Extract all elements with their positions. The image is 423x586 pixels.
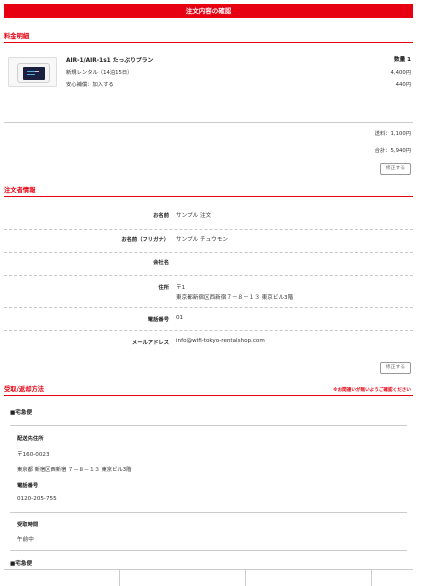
furigana-value: サンプル チュウモン [176, 237, 228, 243]
pricing-section-title: 料金明細 [4, 33, 30, 40]
delivery-section-title: 受取/返却方法 [4, 386, 45, 393]
quantity: 数量 1 [393, 57, 411, 63]
divider [4, 122, 413, 123]
company-label: 会社名 [153, 260, 169, 266]
row-divider [4, 330, 413, 331]
orderer-section-header: 注文者情報 [4, 187, 413, 197]
table-cell [120, 569, 246, 586]
address-label: 住所 [158, 285, 169, 291]
divider [10, 550, 407, 551]
rental-item-label: 新規レンタル（14泊15日） [66, 70, 133, 76]
router-image [8, 57, 57, 87]
delivery-time: 午前中 [17, 537, 34, 543]
order-total: 合計：5,940円 [374, 148, 411, 154]
name-value: サンプル 注文 [176, 213, 212, 219]
delivery-method: ■宅急便 [10, 410, 33, 416]
phone-value: 01 [176, 315, 184, 321]
delivery-address-label: 配送先住所 [17, 436, 44, 442]
address-line1: 〒1 [176, 285, 186, 291]
insurance-item-price: 440円 [395, 82, 411, 88]
page-title: 注文内容の確認 [4, 4, 413, 18]
name-label: お名前 [153, 213, 169, 219]
row-divider [4, 307, 413, 308]
phone-label: 電話番号 [147, 317, 169, 323]
address-line2: 東京都新宿区西新宿７－８－１３ 東京ビル3階 [176, 295, 294, 301]
shipping-fee: 送料：1,100円 [374, 131, 411, 137]
table-cell [246, 569, 372, 586]
delivery-postal: 〒160-0023 [17, 452, 50, 458]
delivery-phone: 0120-205-755 [17, 496, 57, 502]
row-divider [4, 275, 413, 276]
delivery-phone-label: 電話番号 [17, 483, 39, 489]
delivery-address: 東京都 新宿区西新宿 ７－８－１３ 東京ビル3階 [17, 467, 132, 473]
rental-item-price: 4,400円 [390, 70, 411, 76]
furigana-label: お名前（フリガナ） [121, 237, 169, 243]
email-value: info@wifi-tokyo-rentalshop.com [176, 338, 265, 344]
divider [10, 512, 407, 513]
edit-pricing-button[interactable]: 修正する [380, 163, 411, 175]
table-cell [4, 569, 120, 586]
orderer-section-title: 注文者情報 [4, 187, 36, 194]
delivery-section-header: 受取/返却方法 ※お間違いが無いようご確認ください [4, 386, 413, 396]
return-method: ■宅急便 [10, 561, 33, 567]
row-divider [4, 252, 413, 253]
insurance-item-label: 安心補償：加入する [66, 82, 114, 88]
delivery-time-label: 受取時間 [17, 522, 39, 528]
edit-orderer-button[interactable]: 修正する [380, 362, 411, 374]
divider [10, 425, 407, 426]
row-divider [4, 229, 413, 230]
email-label: メールアドレス [131, 340, 169, 346]
pricing-section-header: 料金明細 [4, 33, 413, 43]
plan-name: AIR-1/AIR-1s1 たっぷりプラン [66, 58, 154, 64]
delivery-note: ※お間違いが無いようご確認ください [333, 388, 411, 393]
router-icon [17, 63, 50, 83]
